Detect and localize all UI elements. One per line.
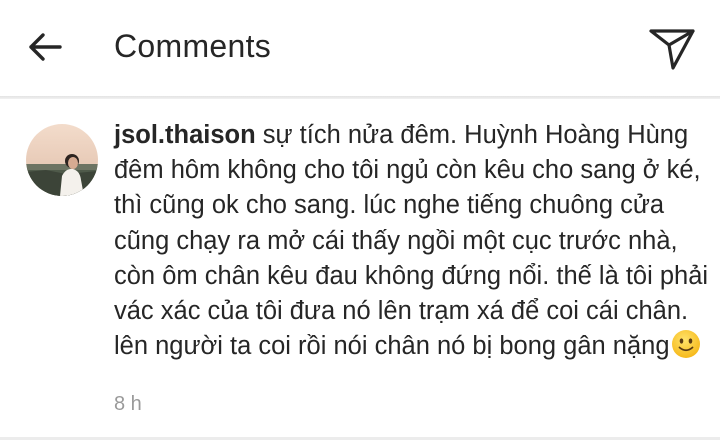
comment-username[interactable]: jsol.thaison [114, 121, 256, 149]
page-title: Comments [114, 28, 272, 64]
avatar[interactable] [26, 124, 98, 196]
comment-text: sự tích nửa đêm. Huỳnh Hoàng Hùng đêm hô… [114, 121, 709, 361]
header-bar: Comments [0, 0, 720, 96]
comment-timestamp: 8 h [114, 393, 142, 415]
arrow-left-icon [29, 33, 62, 61]
comment-divider [0, 437, 720, 440]
paper-plane-icon [649, 29, 695, 70]
comment-item: jsol.thaison sự tích nửa đêm. Huỳnh Hoàn… [0, 99, 720, 437]
back-button[interactable] [20, 24, 70, 70]
share-button[interactable] [642, 20, 702, 76]
slightly-smiling-face-icon [671, 329, 701, 369]
